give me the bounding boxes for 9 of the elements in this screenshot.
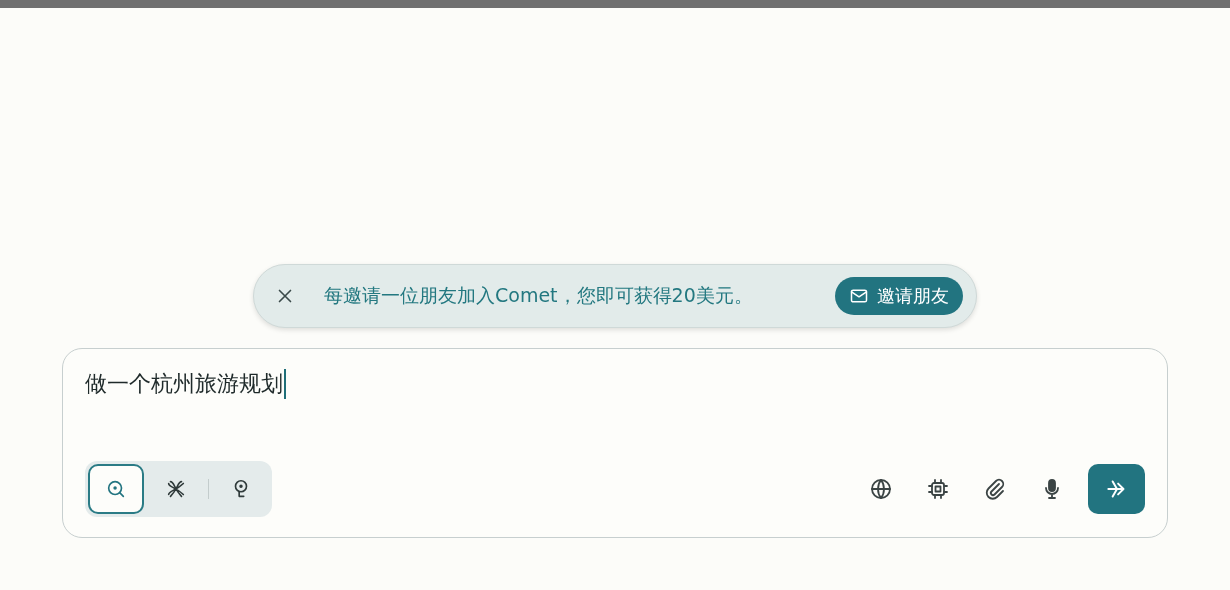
search-icon <box>105 478 127 500</box>
mode-tab[interactable] <box>88 464 144 514</box>
chip-icon <box>925 477 950 501</box>
query-field[interactable]: 做一个杭州旅游规划 <box>85 369 286 399</box>
envelope-icon <box>849 286 869 306</box>
send-button[interactable] <box>1088 464 1145 514</box>
invite-message: 每邀请一位朋友加入Comet，您即可获得20美元。 <box>324 283 754 308</box>
invite-button[interactable]: 邀请朋友 <box>835 277 963 315</box>
globe-icon <box>868 477 893 501</box>
